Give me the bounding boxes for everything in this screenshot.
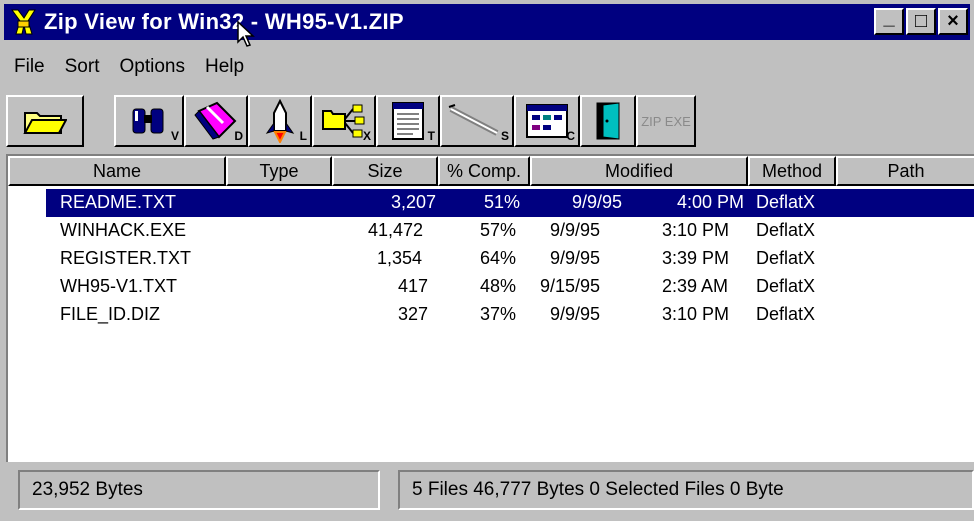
file-comp: 64% — [480, 248, 517, 268]
checkout-button[interactable]: C — [514, 95, 580, 147]
file-comp: 37% — [480, 304, 517, 324]
file-time: 4:00 PM — [676, 192, 744, 212]
status-summary: 5 Files 46,777 Bytes 0 Selected Files 0 … — [398, 470, 974, 510]
delete-button[interactable]: D — [184, 95, 248, 147]
settings-button[interactable]: S — [440, 95, 514, 147]
menu-file[interactable]: File — [4, 56, 55, 78]
file-name: REGISTER.TXT — [60, 248, 192, 268]
app-window: Zip View for Win32 - WH95-V1.ZIP _ □ × F… — [0, 0, 974, 521]
checkout-window-icon — [526, 104, 568, 138]
file-size: 3,207 — [390, 192, 436, 212]
view-button[interactable]: V — [114, 95, 184, 147]
file-date: 9/9/95 — [550, 304, 601, 324]
view-shortcut-label: V — [170, 129, 179, 143]
column-header-path[interactable]: Path — [836, 156, 974, 186]
exit-button[interactable] — [580, 95, 636, 147]
menu-bar: File Sort Options Help — [4, 52, 254, 82]
exit-door-icon — [596, 102, 620, 140]
file-time: 3:39 PM — [662, 248, 730, 268]
launch-button[interactable]: L — [248, 95, 312, 147]
checkout-shortcut-label: C — [566, 129, 575, 143]
file-name: FILE_ID.DIZ — [60, 304, 161, 324]
file-time: 3:10 PM — [662, 304, 730, 324]
extract-shortcut-label: X — [362, 129, 371, 143]
extract-button[interactable]: X — [312, 95, 376, 147]
close-icon: × — [947, 10, 959, 32]
file-list[interactable]: Name Type Size % Comp. Modified Method P… — [6, 154, 974, 462]
zip-exe-label: ZIP EXE — [641, 113, 691, 129]
file-date: 9/9/95 — [550, 248, 601, 268]
zip-exe-button[interactable]: ZIP EXE — [636, 95, 696, 147]
file-time: 3:10 PM — [662, 220, 730, 240]
column-header-method[interactable]: Method — [748, 156, 836, 186]
file-name: WH95-V1.TXT — [60, 276, 178, 296]
menu-options[interactable]: Options — [109, 56, 194, 78]
minimize-button[interactable]: _ — [874, 7, 904, 35]
minimize-icon: _ — [883, 7, 895, 29]
file-method: DeflatX — [756, 192, 816, 212]
file-size: 1,354 — [377, 248, 423, 268]
rocket-icon — [265, 99, 295, 143]
extract-folders-icon — [322, 104, 365, 138]
file-size: 417 — [398, 276, 429, 296]
file-size: 41,472 — [368, 220, 424, 240]
file-comp: 51% — [483, 192, 520, 212]
file-method: DeflatX — [756, 248, 816, 268]
file-name: README.TXT — [60, 192, 177, 212]
settings-shortcut-label: S — [500, 129, 509, 143]
toolbar: V D L X T S C ZIP EXE — [6, 94, 696, 148]
menu-help[interactable]: Help — [195, 56, 254, 78]
delete-shortcut-label: D — [234, 129, 243, 143]
launch-shortcut-label: L — [299, 129, 307, 143]
column-header-name[interactable]: Name — [8, 156, 226, 186]
mouse-cursor-icon — [237, 20, 255, 47]
file-comp: 48% — [480, 276, 517, 296]
binoculars-icon — [132, 108, 164, 134]
title-bar[interactable]: Zip View for Win32 - WH95-V1.ZIP _ □ × — [4, 4, 970, 40]
file-name: WINHACK.EXE — [60, 220, 187, 240]
open-button[interactable] — [6, 95, 84, 147]
file-date: 9/9/95 — [550, 220, 601, 240]
status-bytes: 23,952 Bytes — [18, 470, 380, 510]
file-method: DeflatX — [756, 220, 816, 240]
text-button[interactable]: T — [376, 95, 440, 147]
menu-sort[interactable]: Sort — [55, 56, 110, 78]
column-header-modified[interactable]: Modified — [530, 156, 748, 186]
window-title: Zip View for Win32 - WH95-V1.ZIP — [44, 9, 404, 34]
zip-app-icon — [8, 7, 38, 37]
maximize-icon: □ — [914, 10, 928, 32]
file-time: 2:39 AM — [662, 276, 729, 296]
eraser-icon — [194, 101, 237, 140]
close-button[interactable]: × — [938, 8, 968, 35]
file-size: 327 — [398, 304, 429, 324]
file-date: 9/9/95 — [571, 192, 622, 212]
maximize-button[interactable]: □ — [906, 8, 936, 35]
file-method: DeflatX — [756, 276, 816, 296]
file-method: DeflatX — [756, 304, 816, 324]
column-header-size[interactable]: Size — [332, 156, 438, 186]
table-row[interactable]: README.TXT 3,207 51% 9/9/95 4:00 PM Defl… — [46, 189, 974, 217]
text-shortcut-label: T — [427, 129, 435, 143]
file-date: 9/15/95 — [540, 276, 601, 296]
text-window-icon — [392, 102, 424, 140]
column-header-type[interactable]: Type — [226, 156, 332, 186]
column-header-comp[interactable]: % Comp. — [438, 156, 530, 186]
syringe-icon — [448, 104, 499, 136]
file-comp: 57% — [480, 220, 517, 240]
open-folder-icon — [23, 112, 67, 134]
